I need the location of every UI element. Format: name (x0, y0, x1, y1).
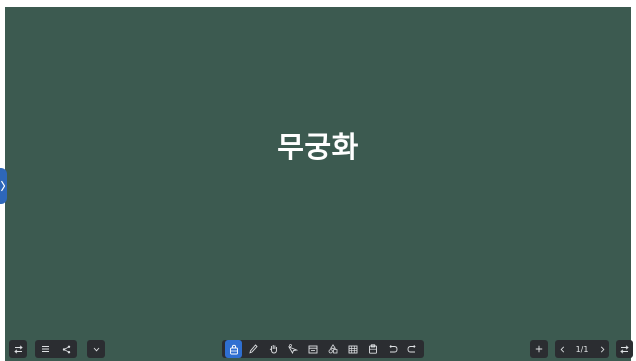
redo-button[interactable] (404, 340, 421, 358)
clipboard-button[interactable] (364, 340, 381, 358)
pen-icon (249, 344, 258, 354)
board-text[interactable]: 무궁화 (5, 124, 631, 166)
whiteboard-canvas[interactable]: 무궁화 (5, 7, 631, 361)
text-box-button[interactable] (305, 340, 322, 358)
laser-pointer-icon (288, 344, 299, 354)
left-swap-group (9, 340, 27, 358)
swap-toolbar-right-button[interactable] (616, 340, 633, 358)
collapse-button[interactable] (87, 340, 105, 358)
add-page-group (530, 340, 548, 358)
collapse-group (87, 340, 105, 358)
right-swap-group (616, 340, 633, 358)
swap-toolbar-button[interactable] (9, 340, 27, 358)
menu-icon (42, 346, 49, 352)
clipboard-icon (368, 344, 377, 354)
page-indicator: 1/1 (575, 344, 589, 354)
shapes-button[interactable] (324, 340, 341, 358)
undo-icon (388, 345, 397, 353)
side-panel-handle[interactable] (0, 168, 7, 204)
tools-toolbar (222, 340, 424, 358)
left-toolbar (35, 340, 77, 358)
select-tool-icon (229, 344, 238, 354)
chevron-down-icon (93, 347, 99, 351)
hand-icon (269, 345, 277, 354)
swap-icon (620, 344, 629, 354)
text-box-icon (308, 345, 318, 353)
chevron-right-icon (1, 180, 5, 192)
share-button[interactable] (56, 340, 77, 358)
swap-icon (13, 344, 23, 354)
add-page-button[interactable] (530, 340, 548, 358)
redo-icon (407, 345, 416, 353)
pen-tool-button[interactable] (245, 340, 262, 358)
hand-tool-button[interactable] (265, 340, 282, 358)
menu-button[interactable] (35, 340, 56, 358)
table-icon (348, 345, 358, 353)
prev-page-button[interactable] (555, 340, 569, 358)
prev-page-icon (560, 345, 564, 353)
shapes-icon (328, 344, 338, 354)
next-page-button[interactable] (595, 340, 609, 358)
share-icon (62, 345, 71, 353)
table-button[interactable] (344, 340, 361, 358)
select-tool-button[interactable] (225, 340, 242, 358)
plus-icon (535, 345, 543, 353)
laser-pointer-button[interactable] (285, 340, 302, 358)
undo-button[interactable] (384, 340, 401, 358)
pagination-toolbar: 1/1 (555, 340, 609, 358)
next-page-icon (600, 345, 604, 353)
